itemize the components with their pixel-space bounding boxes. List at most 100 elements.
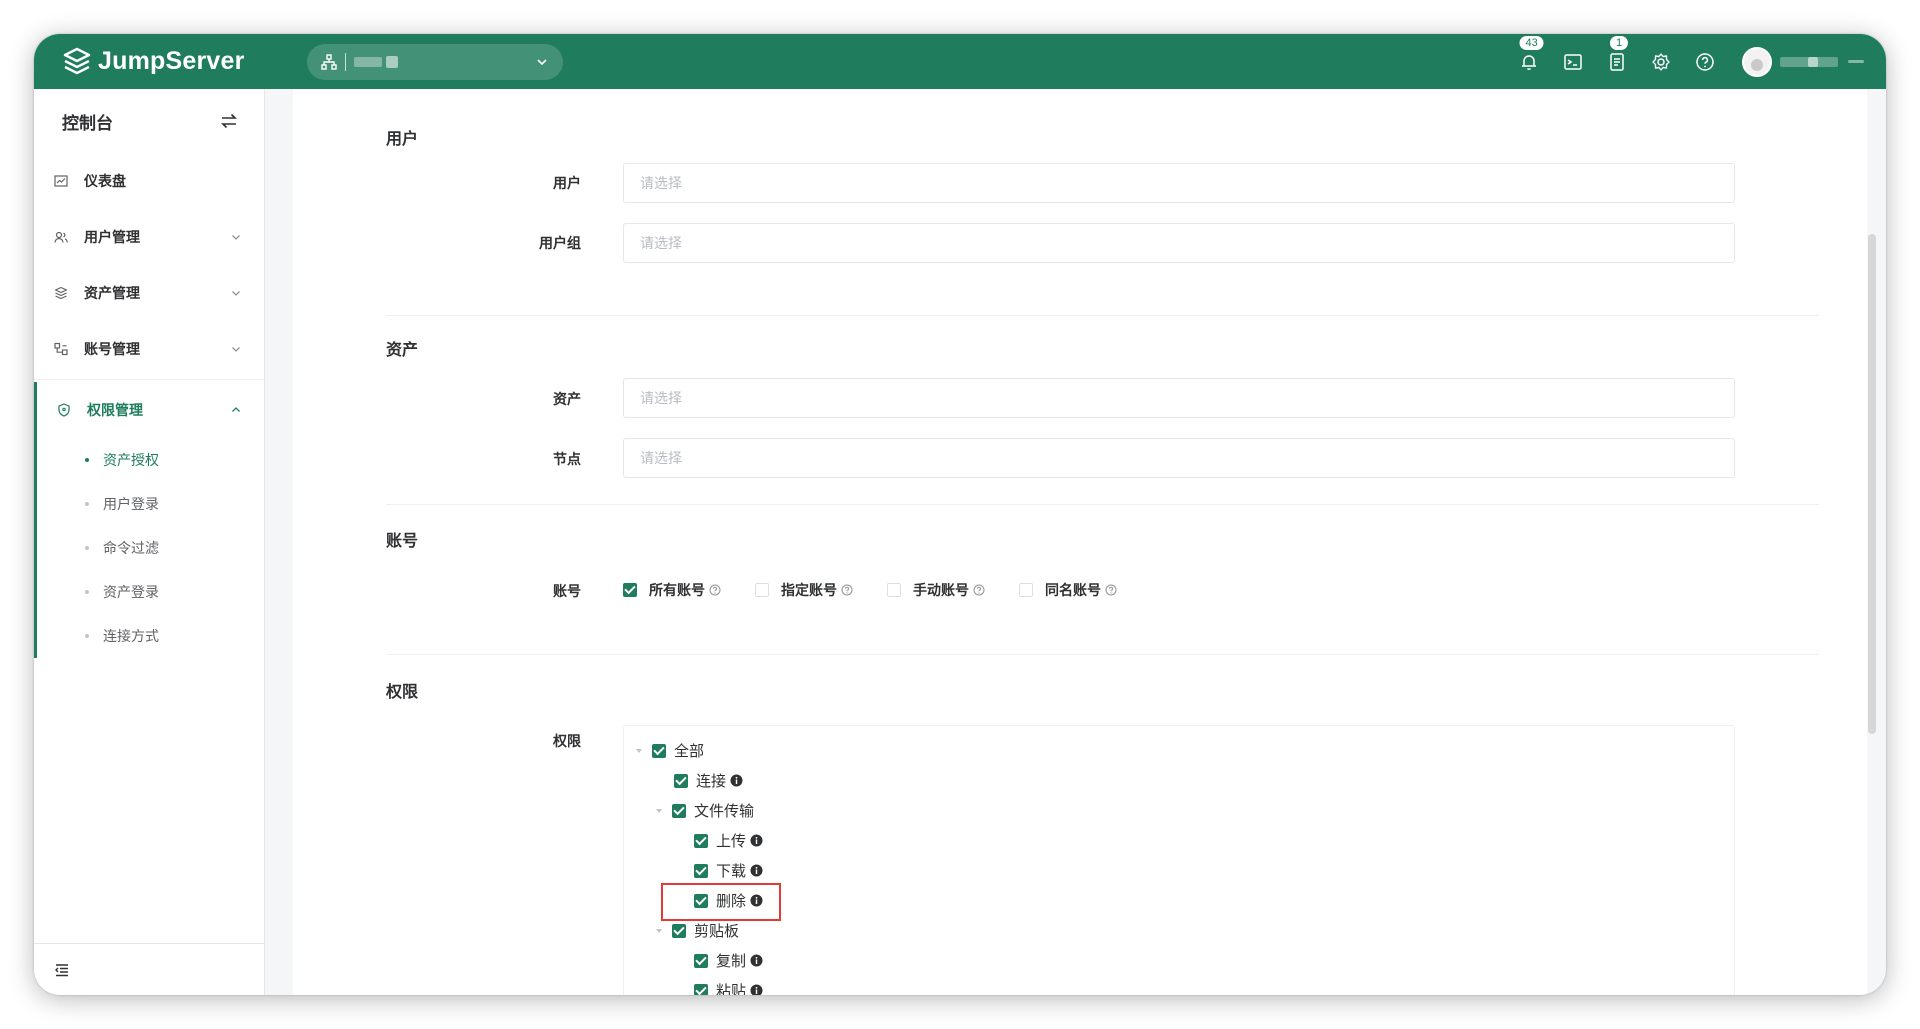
layers-icon: [54, 286, 68, 300]
settings-button[interactable]: [1650, 51, 1672, 73]
sidebar-subitem-label: 连接方式: [103, 628, 159, 644]
caret-down-icon[interactable]: [634, 746, 644, 756]
asset-select[interactable]: 请选择: [623, 378, 1735, 418]
tree-node-connect[interactable]: 连接: [674, 770, 743, 791]
node-select[interactable]: 请选择: [623, 438, 1735, 478]
sidebar-subitem-asset-permission[interactable]: 资产授权: [37, 438, 264, 482]
sidebar-item-account-management[interactable]: 账号管理: [34, 321, 264, 377]
label-node: 节点: [553, 451, 581, 467]
bullet-dot: [85, 502, 89, 506]
checkbox-file-transfer[interactable]: [672, 803, 686, 818]
tickets-button[interactable]: 1: [1606, 34, 1630, 73]
label-permission: 权限: [553, 733, 581, 749]
user-avatar[interactable]: [1742, 46, 1772, 77]
info-circle-icon[interactable]: [730, 774, 743, 787]
sidebar-item-permission-management[interactable]: 权限管理: [37, 382, 264, 438]
checkbox-manual-accounts[interactable]: [887, 583, 901, 597]
label-user-group: 用户组: [539, 235, 581, 251]
checkbox-all[interactable]: [652, 743, 666, 758]
tree-node-label: 粘贴: [716, 983, 747, 995]
logo[interactable]: JumpServer: [62, 47, 245, 77]
ticket-list-icon: [1610, 52, 1624, 71]
label-account: 账号: [553, 583, 581, 599]
tree-node-all[interactable]: 全部: [634, 740, 704, 761]
tree-node-delete[interactable]: 删除: [694, 890, 763, 911]
info-circle-icon[interactable]: [750, 894, 763, 907]
sidebar-subitem-asset-login[interactable]: 资产登录: [37, 570, 264, 614]
account-option-label: 手动账号: [913, 582, 969, 598]
checkbox-copy[interactable]: [694, 953, 708, 968]
sidebar-subitem-connection-method[interactable]: 连接方式: [37, 614, 264, 658]
user-group-select[interactable]: 请选择: [623, 223, 1735, 263]
users-icon: [54, 231, 68, 243]
bullet-dot: [85, 458, 89, 462]
checkbox-upload[interactable]: [694, 833, 708, 848]
sidebar: 控制台 仪表盘 用户管理 资产管理 账号管理 权限管理 资产授权 用户登录 命令…: [34, 89, 265, 995]
chevron-down-icon: [232, 235, 240, 240]
section-divider: [386, 654, 1819, 655]
tree-node-label: 文件传输: [694, 803, 755, 820]
web-terminal-button[interactable]: [1562, 51, 1584, 73]
notifications-badge: 43: [1518, 34, 1545, 51]
checkbox-specified-accounts[interactable]: [755, 583, 769, 597]
caret-down-icon[interactable]: [654, 926, 664, 936]
sidebar-subitem-user-login[interactable]: 用户登录: [37, 482, 264, 526]
header-actions: 43 1: [1496, 34, 1864, 77]
checkbox-same-name-accounts[interactable]: [1019, 583, 1033, 597]
tree-node-download[interactable]: 下载: [694, 860, 763, 881]
info-circle-icon[interactable]: [750, 954, 763, 967]
info-circle-icon[interactable]: [750, 834, 763, 847]
section-title-permission: 权限: [386, 684, 419, 701]
tree-node-upload[interactable]: 上传: [694, 830, 763, 851]
sidebar-subitem-label: 资产授权: [103, 452, 159, 468]
collapse-menu-icon[interactable]: [54, 962, 70, 978]
help-button[interactable]: [1694, 51, 1716, 73]
bell-icon: [1522, 54, 1536, 70]
user-select-placeholder: 请选择: [640, 175, 682, 191]
shield-icon: [58, 403, 70, 417]
account-option-all[interactable]: 所有账号: [623, 580, 721, 600]
notifications-button[interactable]: 43: [1518, 34, 1545, 73]
tree-node-label: 连接: [696, 773, 727, 790]
switch-view-icon[interactable]: [220, 112, 238, 130]
section-title-user: 用户: [386, 131, 419, 148]
help-circle-icon[interactable]: [973, 584, 985, 596]
checkbox-connect[interactable]: [674, 773, 688, 788]
page-scrollbar[interactable]: [1868, 234, 1876, 734]
checkbox-all-accounts[interactable]: [623, 583, 637, 597]
tree-node-paste[interactable]: 粘贴: [694, 980, 763, 995]
tree-node-label: 剪贴板: [694, 923, 740, 940]
account-option-specified[interactable]: 指定账号: [755, 580, 853, 600]
help-circle-icon[interactable]: [1105, 584, 1117, 596]
sidebar-item-asset-management[interactable]: 资产管理: [34, 265, 264, 321]
sidebar-item-label: 用户管理: [84, 229, 140, 245]
help-circle-icon[interactable]: [709, 584, 721, 596]
checkbox-delete[interactable]: [694, 893, 708, 908]
tree-node-clipboard[interactable]: 剪贴板: [654, 920, 739, 941]
tree-node-file-transfer[interactable]: 文件传输: [654, 800, 754, 821]
organization-value: [353, 55, 535, 68]
checkbox-download[interactable]: [694, 863, 708, 878]
tree-node-label: 上传: [716, 833, 747, 850]
organization-select[interactable]: [306, 43, 563, 80]
app-name: JumpServer: [98, 47, 245, 75]
caret-down-icon[interactable]: [654, 806, 664, 816]
user-select[interactable]: 请选择: [623, 163, 1735, 203]
sidebar-title: 控制台: [62, 113, 113, 133]
checkbox-clipboard[interactable]: [672, 923, 686, 938]
account-option-manual[interactable]: 手动账号: [887, 580, 985, 600]
terminal-icon: [1564, 53, 1582, 70]
question-circle-icon: [1696, 52, 1714, 71]
account-option-same-name[interactable]: 同名账号: [1019, 580, 1117, 600]
asset-select-placeholder: 请选择: [640, 390, 682, 406]
sidebar-item-user-management[interactable]: 用户管理: [34, 209, 264, 265]
info-circle-icon[interactable]: [750, 984, 763, 995]
help-circle-icon[interactable]: [841, 584, 853, 596]
sidebar-subitem-command-filter[interactable]: 命令过滤: [37, 526, 264, 570]
tree-node-copy[interactable]: 复制: [694, 950, 763, 971]
sidebar-item-dashboard[interactable]: 仪表盘: [34, 153, 264, 209]
checkbox-paste[interactable]: [694, 983, 708, 995]
account-options: 所有账号 指定账号 手动账号 同名账号: [623, 580, 1151, 600]
account-option-label: 所有账号: [649, 582, 705, 598]
info-circle-icon[interactable]: [750, 864, 763, 877]
